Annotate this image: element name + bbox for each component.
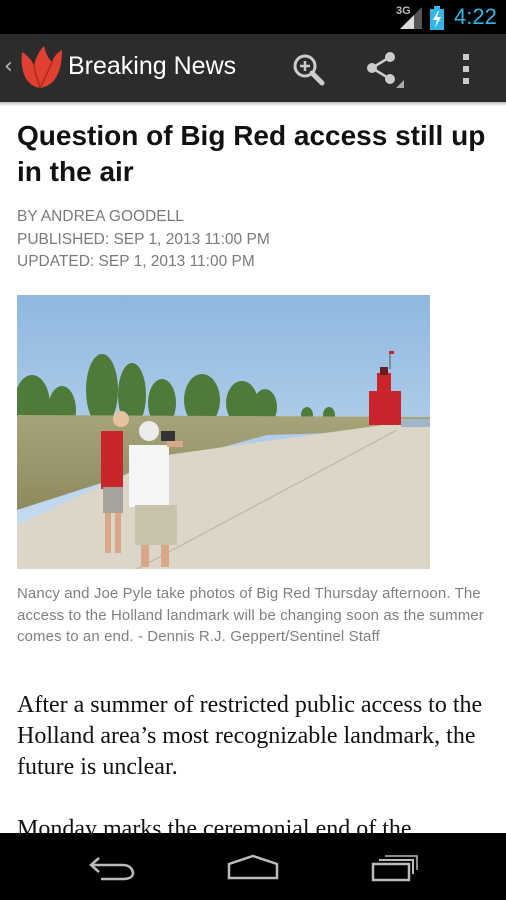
zoom-icon [293,54,325,86]
share-icon [367,52,404,88]
navigation-bar [0,833,506,900]
share-button[interactable] [364,48,408,90]
back-button[interactable] [57,833,167,900]
status-bar: 3G 4:22 [0,0,506,34]
published-date: PUBLISHED: SEP 1, 2013 11:00 PM [17,230,270,248]
recents-button[interactable] [340,833,450,900]
home-icon [227,854,279,879]
clock: 4:22 [454,4,497,29]
updated-date: UPDATED: SEP 1, 2013 11:00 PM [17,253,255,270]
byline: BY ANDREA GOODELL [17,208,184,225]
overflow-menu-icon [463,54,469,84]
photo-caption: Nancy and Joe Pyle take photos of Big Re… [17,585,484,645]
battery-charging-icon [430,6,444,30]
action-bar-shadow [0,102,506,106]
recents-icon [371,854,418,881]
photo-illustration [17,295,430,569]
tulip-logo-icon[interactable] [18,44,64,90]
overflow-menu-button[interactable] [444,48,488,90]
up-caret-icon[interactable]: ‹ [4,54,13,79]
article-meta: BY ANDREA GOODELL PUBLISHED: SEP 1, 2013… [17,206,497,274]
back-icon [89,856,135,880]
app-title: Breaking News [68,52,237,80]
home-button[interactable] [198,833,308,900]
action-bar: ‹ Breaking News [0,34,506,106]
article-photo[interactable] [17,295,430,569]
signal-icon [400,7,422,29]
article-paragraph: After a summer of restricted public acce… [17,692,483,780]
zoom-button[interactable] [286,48,330,90]
article-headline: Question of Big Red access still up in t… [17,120,486,187]
article-header: Question of Big Red access still up in t… [17,118,497,274]
